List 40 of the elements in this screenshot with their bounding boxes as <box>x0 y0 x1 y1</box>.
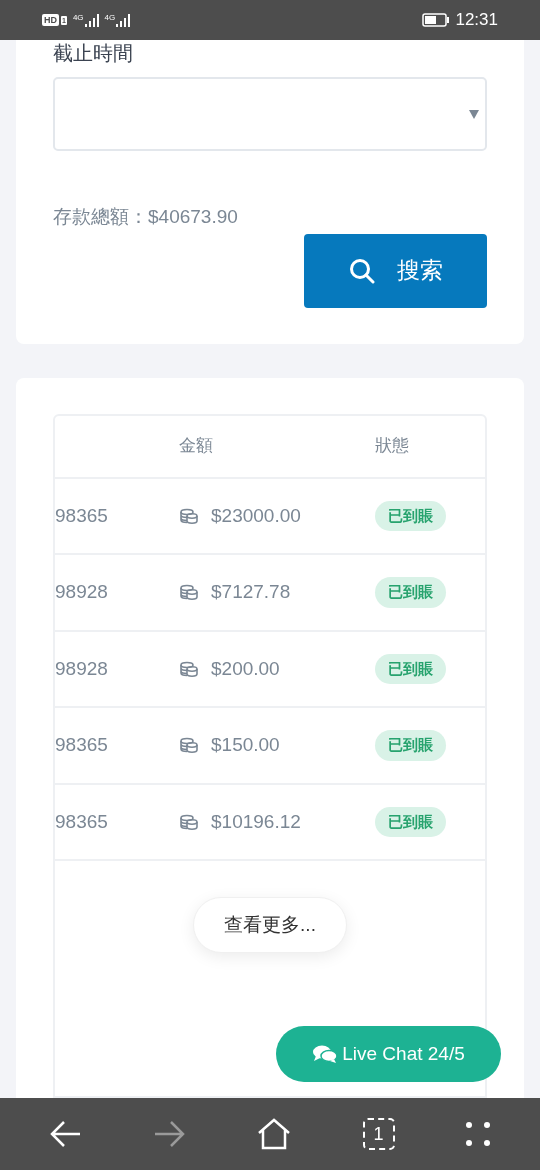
column-header: 金額 <box>179 435 214 458</box>
signal-icon <box>116 13 131 27</box>
load-more-button[interactable]: 查看更多... <box>193 897 347 953</box>
home-icon[interactable] <box>257 1118 291 1150</box>
field-label: 截止時間 <box>53 41 134 65</box>
clock: 12:31 <box>455 9 498 32</box>
dropdown-caret-icon <box>469 109 479 119</box>
status-badge: 已到賬 <box>375 577 446 608</box>
table-cell-text: 98365 <box>55 809 109 834</box>
search-icon <box>348 257 375 284</box>
coins-icon <box>179 659 199 678</box>
amount-cell-text: $150.00 <box>211 733 280 757</box>
menu-icon[interactable] <box>466 1122 491 1146</box>
status-badge: 已到賬 <box>375 730 446 761</box>
status-badge: 已到賬 <box>375 806 446 837</box>
status-badge: 已到賬 <box>375 500 446 531</box>
amount-cell-text: $200.00 <box>211 656 280 681</box>
amount-cell-text: $23000.00 <box>211 503 301 528</box>
battery-icon <box>422 13 451 27</box>
table-cell-text: 98928 <box>55 580 109 604</box>
coins-icon <box>179 583 199 602</box>
table-cell-text: 98365 <box>55 733 109 757</box>
search-button[interactable]: 搜索 <box>304 233 487 308</box>
coins-icon <box>179 506 199 525</box>
coins-icon <box>179 812 199 831</box>
column-header: 狀態 <box>375 435 409 458</box>
back-icon[interactable] <box>49 1120 82 1148</box>
network-type: 4G <box>104 13 116 22</box>
network-type: 4G <box>72 13 84 22</box>
deposit-total: 存款總額：$40673.90 <box>53 205 239 229</box>
chat-bubbles-icon <box>312 1044 339 1064</box>
hd-indicator: HD <box>42 14 59 26</box>
table-cell-text: 98365 <box>55 503 109 528</box>
status-badge: 已到賬 <box>375 653 446 684</box>
amount-cell-text: $7127.78 <box>211 580 291 604</box>
table-cell-text: 98928 <box>55 656 109 681</box>
coins-icon <box>179 736 199 755</box>
tabs-button[interactable]: 1 <box>362 1118 395 1150</box>
amount-cell-text: $10196.12 <box>211 809 301 834</box>
signal-icon <box>84 13 99 27</box>
